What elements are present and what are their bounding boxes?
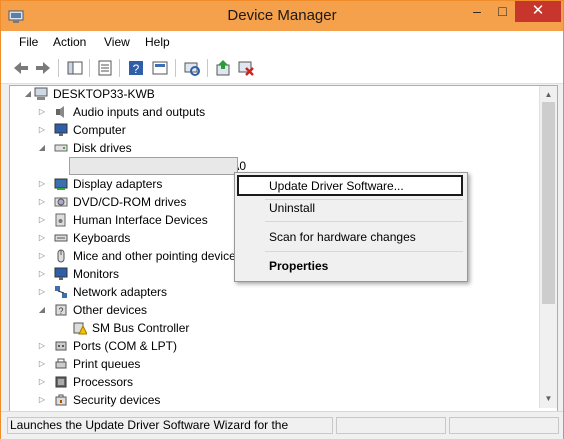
tree-item-label: Network adapters bbox=[73, 285, 168, 299]
menu-file[interactable]: File bbox=[19, 35, 38, 49]
keyboard-icon bbox=[54, 234, 68, 242]
tree-root-label: DESKTOP33-KWB bbox=[53, 87, 155, 101]
properties-icon[interactable] bbox=[96, 59, 114, 77]
tree-item-label: Audio inputs and outputs bbox=[73, 105, 206, 119]
tree-item-label: Other devices bbox=[73, 303, 148, 317]
disk-drive-icon bbox=[54, 144, 68, 152]
menu-view[interactable]: View bbox=[104, 35, 130, 49]
display-adapter-icon bbox=[54, 178, 68, 190]
expand-arrow-icon[interactable]: ▷ bbox=[37, 265, 47, 283]
menu-action[interactable]: Action bbox=[53, 35, 86, 49]
expand-arrow-icon[interactable]: ▷ bbox=[37, 211, 47, 229]
vertical-scrollbar[interactable]: ▲ ▼ bbox=[539, 86, 557, 408]
expand-arrow-icon[interactable]: ▷ bbox=[37, 193, 47, 211]
computer-icon bbox=[34, 87, 48, 100]
show-hide-console-tree-icon[interactable] bbox=[66, 59, 84, 77]
uninstall-icon[interactable] bbox=[237, 59, 255, 77]
hid-icon bbox=[55, 213, 66, 227]
tree-item-label: Print queues bbox=[73, 357, 141, 371]
tree-item-label: Computer bbox=[73, 123, 126, 137]
tree-item-label: Mice and other pointing devices bbox=[73, 249, 242, 263]
tree-item-label: Ports (COM & LPT) bbox=[73, 339, 178, 353]
menu-bar: File Action View Help bbox=[1, 31, 563, 53]
tree-item-label: Monitors bbox=[73, 267, 120, 281]
update-driver-software-menu-item[interactable]: Update Driver Software... bbox=[269, 179, 404, 193]
printer-icon bbox=[55, 358, 67, 369]
forward-icon[interactable] bbox=[34, 59, 52, 77]
maximize-button[interactable]: □ bbox=[490, 1, 515, 22]
update-driver-icon[interactable] bbox=[214, 59, 232, 77]
tree-item-label: Disk drives bbox=[73, 141, 132, 155]
warning-device-icon bbox=[73, 322, 87, 335]
port-icon bbox=[55, 341, 67, 351]
title-bar[interactable]: Device Manager – □ ✕ bbox=[1, 1, 563, 31]
status-panel bbox=[449, 417, 559, 434]
tree-item-label: DVD/CD-ROM drives bbox=[73, 195, 187, 209]
status-panel bbox=[336, 417, 446, 434]
expand-arrow-icon[interactable]: ▷ bbox=[37, 247, 47, 265]
expand-arrow-icon[interactable]: ▷ bbox=[37, 337, 47, 355]
scan-hardware-changes-menu-item[interactable]: Scan for hardware changes bbox=[269, 230, 416, 244]
expand-arrow-icon[interactable]: ▷ bbox=[37, 391, 47, 409]
scroll-up-arrow-icon[interactable]: ▲ bbox=[544, 90, 553, 99]
tree-item-label: Security devices bbox=[73, 393, 161, 407]
expand-arrow-icon[interactable]: ▷ bbox=[37, 283, 47, 301]
status-text: Launches the Update Driver Software Wiza… bbox=[7, 417, 333, 434]
show-hidden-devices-icon[interactable] bbox=[151, 59, 169, 77]
toolbar-separator bbox=[175, 59, 176, 77]
toolbar-separator bbox=[58, 59, 59, 77]
svg-text:?: ? bbox=[133, 62, 140, 76]
minimize-button[interactable]: – bbox=[464, 1, 490, 22]
security-icon bbox=[55, 394, 67, 406]
status-bar: Launches the Update Driver Software Wiza… bbox=[1, 411, 563, 439]
speaker-icon bbox=[56, 106, 64, 118]
menu-separator bbox=[265, 199, 463, 200]
dvd-icon bbox=[54, 197, 68, 207]
collapse-arrow-icon[interactable]: ◢ bbox=[23, 85, 33, 103]
expand-arrow-icon[interactable]: ▷ bbox=[37, 121, 47, 139]
expand-arrow-icon[interactable]: ▷ bbox=[37, 355, 47, 373]
other-devices-icon: ? bbox=[55, 304, 67, 316]
processor-icon bbox=[55, 376, 67, 388]
menu-separator bbox=[265, 251, 463, 252]
expand-arrow-icon[interactable]: ▷ bbox=[37, 373, 47, 391]
properties-menu-item[interactable]: Properties bbox=[269, 259, 328, 273]
toolbar-separator bbox=[89, 59, 90, 77]
menu-separator bbox=[265, 221, 463, 222]
menu-help[interactable]: Help bbox=[145, 35, 170, 49]
monitor-icon bbox=[54, 267, 68, 280]
toolbar-separator bbox=[207, 59, 208, 77]
expand-arrow-icon[interactable]: ▷ bbox=[37, 103, 47, 121]
expand-arrow-icon[interactable]: ▷ bbox=[37, 229, 47, 247]
collapse-arrow-icon[interactable]: ◢ bbox=[37, 139, 47, 157]
scrollbar-thumb[interactable] bbox=[542, 102, 555, 304]
toolbar-separator bbox=[119, 59, 120, 77]
close-button[interactable]: ✕ bbox=[515, 1, 561, 22]
expand-arrow-icon[interactable]: ▷ bbox=[37, 175, 47, 193]
tree-item-label: Display adapters bbox=[73, 177, 163, 191]
network-icon bbox=[55, 286, 67, 298]
help-icon[interactable]: ? bbox=[127, 59, 145, 77]
collapse-arrow-icon[interactable]: ◢ bbox=[37, 301, 47, 319]
uninstall-menu-item[interactable]: Uninstall bbox=[269, 201, 315, 215]
svg-text:?: ? bbox=[58, 306, 63, 316]
scroll-down-arrow-icon[interactable]: ▼ bbox=[544, 394, 553, 403]
tree-item-label: SM Bus Controller bbox=[92, 321, 190, 335]
tree-item-label: Processors bbox=[73, 375, 134, 389]
selected-item-highlight bbox=[69, 157, 238, 175]
tree-item-label: Keyboards bbox=[73, 231, 131, 245]
context-menu: Update Driver Software... Uninstall Scan… bbox=[234, 172, 468, 282]
scan-hardware-icon[interactable] bbox=[183, 59, 201, 77]
toolbar: ? bbox=[1, 53, 563, 84]
monitor-icon bbox=[54, 123, 68, 136]
tree-item-label: Human Interface Devices bbox=[73, 213, 208, 227]
device-manager-window: Device Manager – □ ✕ File Action View He… bbox=[0, 0, 564, 439]
mouse-icon bbox=[57, 249, 65, 263]
back-icon[interactable] bbox=[12, 59, 30, 77]
